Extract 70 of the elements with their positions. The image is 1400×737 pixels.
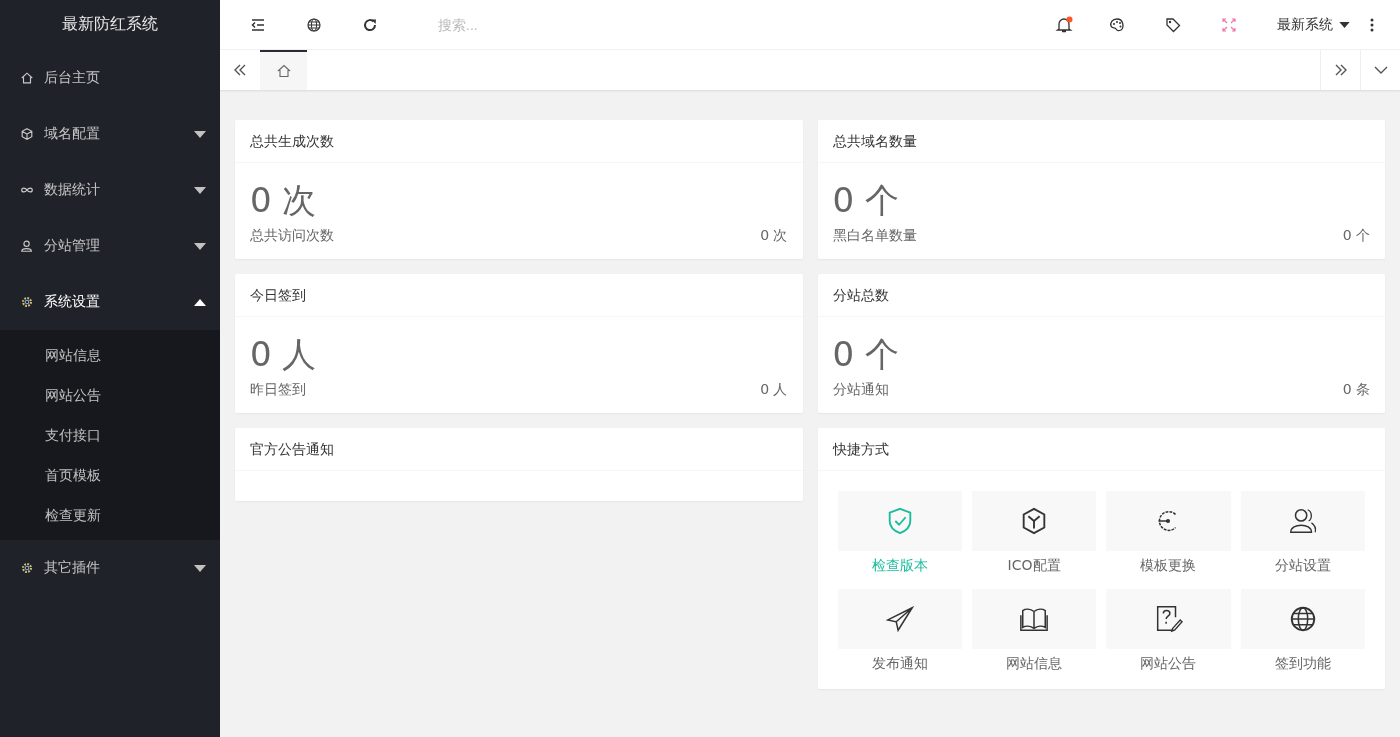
stat-label: 昨日签到 bbox=[250, 381, 306, 399]
shortcut-label: 模板更换 bbox=[1140, 556, 1197, 575]
card-title: 快捷方式 bbox=[817, 428, 1385, 471]
shortcut-label: 发布通知 bbox=[871, 654, 928, 673]
stat-footer-value: 0 次 bbox=[760, 227, 788, 245]
fullscreen-icon[interactable] bbox=[1221, 16, 1237, 33]
menu-label: 域名配置 bbox=[44, 125, 101, 143]
caret-icon bbox=[1339, 21, 1350, 28]
stat-footer-value: 0 人 bbox=[760, 381, 788, 399]
sidebar-item[interactable]: 数据统计 bbox=[0, 162, 220, 218]
shortcut-label: ICO配置 bbox=[1007, 556, 1061, 575]
stat-value: 0 个 bbox=[832, 179, 900, 222]
sidebar-item[interactable]: 其它插件 bbox=[0, 540, 220, 596]
user-icon bbox=[20, 239, 34, 253]
gear-icon bbox=[20, 561, 34, 575]
notification-bell-icon[interactable] bbox=[1055, 15, 1073, 34]
user-menu[interactable]: 最新系统 bbox=[1277, 15, 1350, 34]
menu-label: 后台主页 bbox=[44, 69, 101, 87]
shortcut-label: 网站公告 bbox=[1140, 654, 1197, 673]
stat-value: 0 人 bbox=[250, 333, 318, 376]
caret-icon bbox=[194, 242, 206, 250]
submenu-item[interactable]: 网站公告 bbox=[0, 375, 220, 415]
sidebar-item[interactable]: 系统设置 bbox=[0, 274, 220, 330]
submenu-item[interactable]: 网站信息 bbox=[0, 335, 220, 375]
sidebar-item[interactable]: 域名配置 bbox=[0, 106, 220, 162]
palette-icon[interactable] bbox=[1109, 16, 1125, 33]
shortcut-label: 网站信息 bbox=[1006, 654, 1063, 673]
shortcut-label: 签到功能 bbox=[1274, 654, 1331, 673]
gear-icon bbox=[20, 295, 34, 309]
sidebar-item[interactable]: 分站管理 bbox=[0, 218, 220, 274]
sidebar-item[interactable]: 后台主页 bbox=[0, 50, 220, 106]
tag-icon[interactable] bbox=[1165, 16, 1181, 33]
card-title: 总共生成次数 bbox=[235, 120, 803, 163]
cube-icon bbox=[20, 127, 34, 141]
stat-footer-value: 0 个 bbox=[1342, 227, 1370, 245]
globe-icon[interactable] bbox=[306, 16, 322, 33]
double-chevron-left-icon bbox=[232, 62, 248, 78]
stat-label: 分站通知 bbox=[832, 381, 889, 399]
menu-label: 数据统计 bbox=[44, 181, 101, 199]
search-field[interactable]: 搜索... bbox=[436, 15, 640, 34]
menu-label: 其它插件 bbox=[44, 559, 101, 577]
stat-label: 黑白名单数量 bbox=[832, 227, 917, 245]
shortcut-label: 分站设置 bbox=[1274, 556, 1331, 575]
caret-icon bbox=[194, 298, 206, 306]
caret-icon bbox=[194, 186, 206, 194]
stat-label: 总共访问次数 bbox=[250, 227, 334, 245]
paper-plane-icon bbox=[884, 604, 915, 634]
caret-icon bbox=[194, 564, 206, 572]
card-title: 官方公告通知 bbox=[235, 428, 803, 471]
submenu-item[interactable]: 首页模板 bbox=[0, 455, 220, 495]
home-icon bbox=[20, 71, 34, 85]
shortcut-label: 检查版本 bbox=[871, 556, 928, 575]
more-icon[interactable] bbox=[1370, 16, 1374, 33]
stat-value: 0 个 bbox=[832, 333, 900, 376]
app-logo-title: 最新防红系统 bbox=[61, 13, 159, 35]
stat-footer-value: 0 条 bbox=[1342, 381, 1370, 399]
submenu-item[interactable]: 支付接口 bbox=[0, 415, 220, 455]
card-title: 分站总数 bbox=[817, 274, 1385, 317]
users-icon bbox=[1287, 506, 1318, 536]
stat-value: 0 次 bbox=[250, 179, 318, 222]
refresh-icon[interactable] bbox=[362, 16, 378, 33]
menu-collapse-icon[interactable] bbox=[250, 16, 266, 33]
caret-icon bbox=[194, 130, 206, 138]
submenu-item[interactable]: 检查更新 bbox=[0, 495, 220, 535]
home-tab[interactable] bbox=[260, 50, 307, 90]
card-title: 总共域名数量 bbox=[817, 120, 1385, 163]
menu-label: 分站管理 bbox=[44, 237, 101, 255]
card-title: 今日签到 bbox=[235, 274, 803, 317]
menu-label: 系统设置 bbox=[44, 293, 101, 311]
home-icon bbox=[275, 63, 292, 79]
